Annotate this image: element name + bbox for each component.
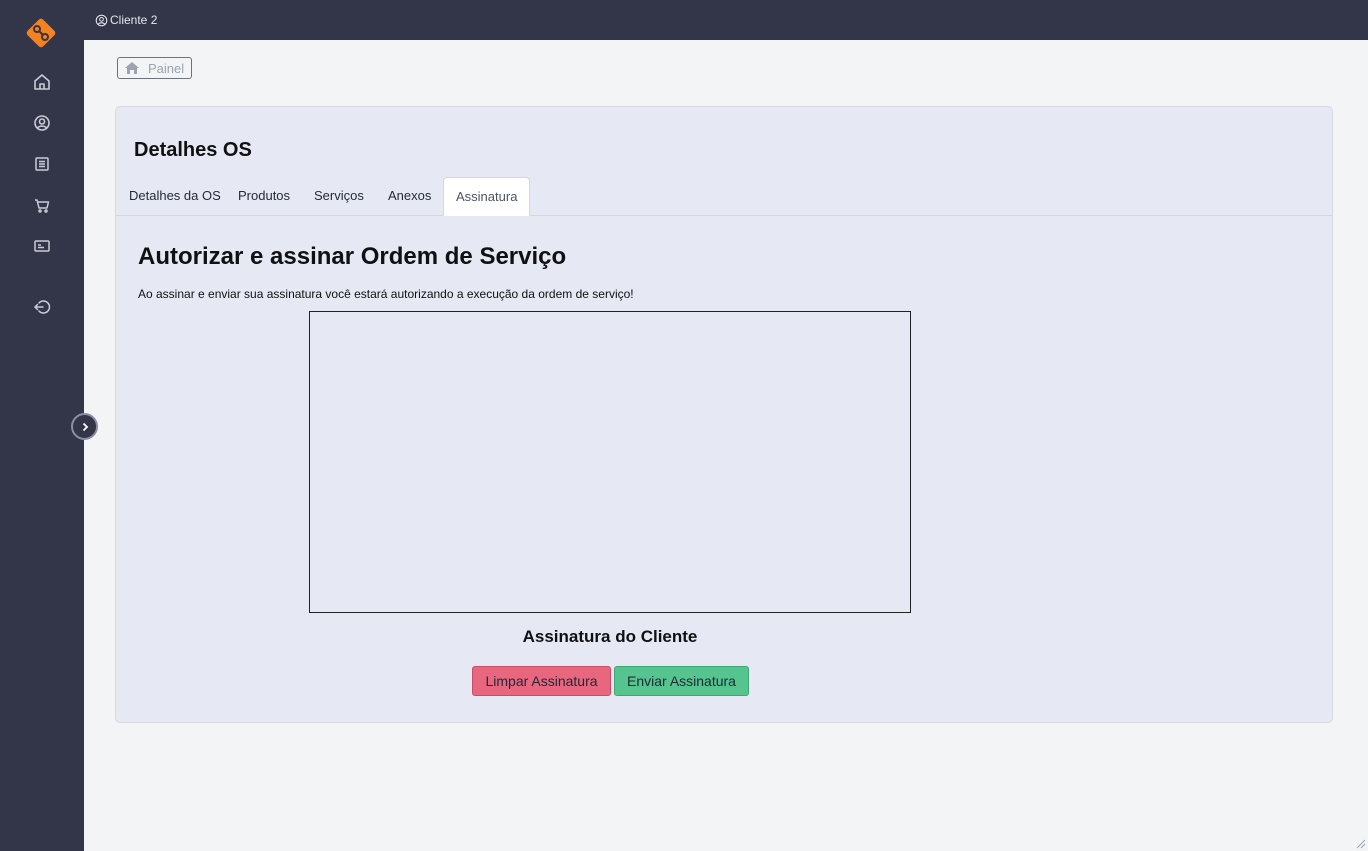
signature-heading: Autorizar e assinar Ordem de Serviço [138,243,567,270]
user-circle-icon[interactable] [32,113,52,133]
tab-produtos[interactable]: Produtos [226,177,302,216]
logout-icon[interactable] [32,297,52,317]
user-name: Cliente 2 [110,13,158,27]
user-menu[interactable]: Cliente 2 [95,13,157,27]
signature-pad[interactable] [309,311,911,613]
breadcrumb-label: Painel [148,60,185,76]
os-details-card: Detalhes OS Detalhes da OS Produtos Serv… [115,106,1333,723]
tab-detalhes-da-os[interactable]: Detalhes da OS [117,177,233,216]
send-signature-button[interactable]: Enviar Assinatura [614,666,749,696]
breadcrumb-painel-button[interactable]: Painel [117,57,193,79]
home-icon[interactable] [32,72,52,92]
home-icon [125,62,139,74]
tab-assinatura[interactable]: Assinatura [443,177,531,216]
tab-servicos[interactable]: Serviços [302,177,376,216]
signature-description: Ao assinar e enviar sua assinatura você … [138,287,634,301]
list-icon[interactable] [32,154,52,174]
user-icon [95,14,108,26]
tab-bar: Detalhes da OS Produtos Serviços Anexos … [116,177,1332,216]
id-card-icon[interactable] [32,236,52,256]
chevron-right-icon [82,422,88,431]
card-title: Detalhes OS [134,139,252,161]
clear-signature-button[interactable]: Limpar Assinatura [472,666,611,696]
app-logo[interactable] [22,14,60,52]
cart-icon[interactable] [32,195,52,215]
signature-label: Assinatura do Cliente [522,627,698,646]
topbar: Cliente 2 [84,0,1368,40]
resize-handle-icon[interactable] [1354,837,1366,849]
sidebar-toggle-button[interactable] [71,413,98,440]
tab-anexos[interactable]: Anexos [376,177,443,216]
